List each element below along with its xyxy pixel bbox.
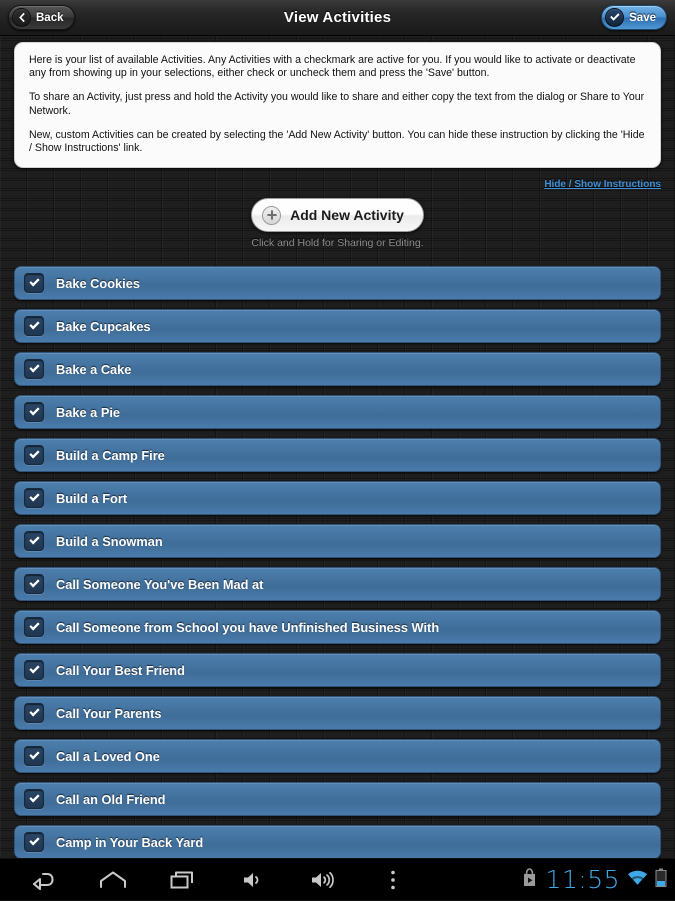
checkbox-checked-icon[interactable]	[24, 316, 44, 336]
checkbox-checked-icon[interactable]	[24, 746, 44, 766]
instructions-card: Here is your list of available Activitie…	[14, 42, 661, 169]
add-activity-subtitle: Click and Hold for Sharing or Editing.	[251, 237, 424, 249]
activity-row[interactable]: Call Someone from School you have Unfini…	[14, 610, 661, 644]
checkbox-checked-icon[interactable]	[24, 660, 44, 680]
activity-label: Call Your Best Friend	[56, 662, 185, 678]
activity-row[interactable]: Build a Camp Fire	[14, 438, 661, 472]
activity-row[interactable]: Camp in Your Back Yard	[14, 825, 661, 858]
overflow-menu-icon[interactable]	[358, 859, 428, 901]
page-title: View Activities	[283, 9, 392, 26]
activity-label: Bake a Pie	[56, 404, 121, 420]
hide-show-instructions-row: Hide / Show Instructions	[544, 174, 661, 192]
activity-row[interactable]: Call Someone You've Been Mad at	[14, 567, 661, 601]
checkbox-checked-icon[interactable]	[24, 273, 44, 293]
activity-label: Bake a Cake	[56, 361, 132, 377]
activity-row[interactable]: Call Your Best Friend	[14, 653, 661, 687]
save-button-label: Save	[629, 11, 656, 24]
activity-row[interactable]: Call an Old Friend	[14, 782, 661, 816]
checkbox-checked-icon[interactable]	[24, 789, 44, 809]
activity-label: Build a Fort	[56, 490, 128, 506]
add-activity-section: Add New Activity Click and Hold for Shar…	[0, 198, 675, 249]
activity-label: Camp in Your Back Yard	[56, 834, 204, 850]
volume-down-icon[interactable]	[218, 859, 288, 901]
home-icon[interactable]	[78, 859, 148, 901]
system-navigation-bar: 11:55	[0, 858, 675, 900]
activity-row[interactable]: Bake Cupcakes	[14, 309, 661, 343]
activity-row[interactable]: Call a Loved One	[14, 739, 661, 773]
checkbox-checked-icon[interactable]	[24, 617, 44, 637]
activity-label: Call a Loved One	[56, 748, 160, 764]
instruction-paragraph-1: Here is your list of available Activitie…	[29, 54, 636, 80]
checkbox-checked-icon[interactable]	[24, 832, 44, 852]
volume-up-icon[interactable]	[288, 859, 358, 901]
status-clock: 11:55	[545, 865, 620, 894]
instruction-paragraph-3: New, custom Activities can be created by…	[29, 128, 645, 155]
activity-row[interactable]: Call Your Parents	[14, 696, 661, 730]
activity-label: Bake Cupcakes	[56, 318, 151, 334]
activity-label: Call an Old Friend	[56, 791, 166, 807]
battery-icon	[655, 868, 667, 892]
checkbox-checked-icon[interactable]	[24, 703, 44, 723]
activity-label: Call Someone from School you have Unfini…	[56, 619, 440, 635]
checkbox-checked-icon[interactable]	[24, 574, 44, 594]
nav-buttons-group	[0, 859, 428, 901]
recents-icon[interactable]	[148, 859, 218, 901]
add-new-activity-label: Add New Activity	[290, 207, 404, 223]
save-button[interactable]: Save	[601, 5, 667, 30]
back-icon[interactable]	[8, 859, 78, 901]
activity-row[interactable]: Build a Snowman	[14, 524, 661, 558]
instruction-paragraph-2: To share an Activity, just press and hol…	[29, 91, 645, 117]
activity-label: Build a Camp Fire	[56, 447, 165, 463]
title-bar: Back View Activities Save	[0, 0, 675, 36]
activity-label: Bake Cookies	[56, 275, 140, 291]
activity-label: Call Someone You've Been Mad at	[56, 576, 264, 592]
checkbox-checked-icon[interactable]	[24, 402, 44, 422]
activity-row[interactable]: Bake a Pie	[14, 395, 661, 429]
activity-row[interactable]: Bake Cookies	[14, 266, 661, 300]
plus-circle-icon	[262, 205, 282, 225]
checkbox-checked-icon[interactable]	[24, 359, 44, 379]
activity-row[interactable]: Build a Fort	[14, 481, 661, 515]
play-store-icon	[521, 867, 538, 892]
wifi-icon	[627, 869, 648, 891]
check-icon	[605, 8, 625, 27]
activity-row[interactable]: Bake a Cake	[14, 352, 661, 386]
activity-label: Call Your Parents	[56, 705, 162, 721]
add-new-activity-button[interactable]: Add New Activity	[251, 198, 424, 232]
checkbox-checked-icon[interactable]	[24, 488, 44, 508]
activity-label: Build a Snowman	[56, 533, 163, 549]
checkbox-checked-icon[interactable]	[24, 531, 44, 551]
status-icons-group: 11:55	[521, 865, 667, 894]
hide-show-instructions-link[interactable]: Hide / Show Instructions	[544, 179, 661, 190]
checkbox-checked-icon[interactable]	[24, 445, 44, 465]
activity-list[interactable]: Bake Cookies Bake Cupcakes Bake a Cake Bake…	[14, 266, 661, 858]
